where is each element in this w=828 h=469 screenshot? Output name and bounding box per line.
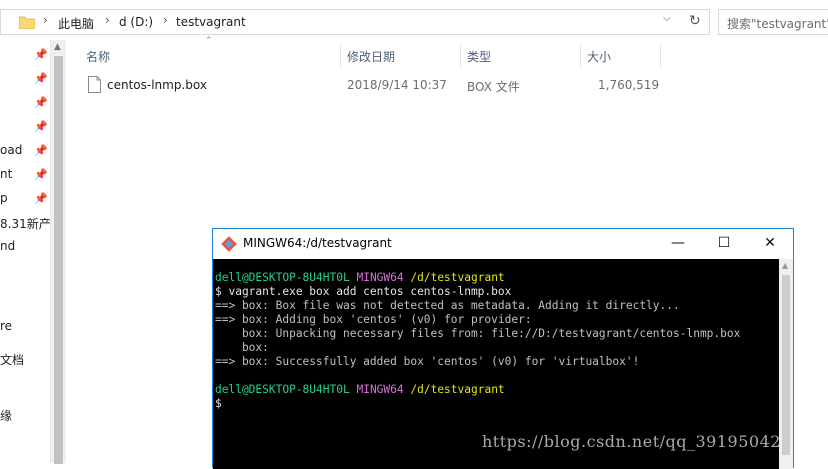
breadcrumb-testvagrant[interactable]: testvagrant [176,15,246,29]
cursor-prompt[interactable]: $ [215,397,222,410]
file-modified: 2018/9/14 10:37 [347,78,447,92]
nav-item[interactable]: nt [0,167,12,181]
file-size: 1,760,519 [598,78,660,92]
column-divider[interactable] [340,44,341,68]
sort-ascending-icon: ⌃ [205,36,213,46]
breadcrumb-this-pc[interactable]: 此电脑 [58,15,94,32]
column-divider[interactable] [660,44,661,68]
chevron-right-icon[interactable]: › [163,13,168,27]
terminal-scrollbar[interactable]: ▲ [779,259,793,469]
column-header-modified[interactable]: 修改日期 [347,48,395,72]
nav-item[interactable]: oad [0,143,22,157]
search-box[interactable]: 搜索"testvagrant" [718,9,828,35]
output-line: ==> box: Adding box 'centos' (v0) for pr… [215,313,532,326]
pin-icon: 📌 [34,48,48,61]
file-row[interactable]: centos-lnmp.box 2018/9/14 10:37 BOX 文件 1… [82,74,662,96]
output-line: box: Unpacking necessary files from: fil… [215,327,741,340]
terminal-title: MINGW64:/d/testvagrant [243,236,392,250]
file-name: centos-lnmp.box [107,78,207,92]
nav-scrollbar[interactable]: ▲ [50,40,66,464]
file-type: BOX 文件 [467,80,520,94]
git-bash-icon [221,236,237,252]
prompt-env: MINGW64 [356,383,404,396]
prompt-path: /d/testvagrant [410,271,505,284]
pin-icon: 📌 [34,96,48,109]
pin-icon: 📌 [34,168,48,181]
column-divider[interactable] [460,44,461,68]
address-bar[interactable]: › 此电脑 › d (D:) › testvagrant ⌵ ↻ [0,9,710,35]
output-line: ==> box: Successfully added box 'centos'… [215,355,640,368]
watermark: https://blog.csdn.net/qq_39195042 [482,432,781,451]
scroll-up-icon[interactable]: ▲ [54,42,61,52]
search-placeholder: 搜索"testvagrant" [727,17,828,31]
prompt-path: /d/testvagrant [410,383,505,396]
column-header-type[interactable]: 类型 [467,48,491,72]
breadcrumb-drive-d[interactable]: d (D:) [119,15,153,29]
close-button[interactable]: ✕ [747,229,793,259]
navigation-pane: 📌 📌 📌 📌 oad 📌 nt 📌 p 📌 8.31新产 nd re 文档 缘… [0,40,66,464]
prompt-user: dell@DESKTOP-8U4HT0L [215,383,350,396]
pin-icon: 📌 [34,120,48,133]
minimize-button[interactable]: — [655,229,701,259]
output-line: ==> box: Box file was not detected as me… [215,299,680,312]
scrollbar-thumb[interactable] [54,56,63,464]
folder-icon [19,16,35,29]
nav-item[interactable]: p [0,191,8,205]
refresh-icon[interactable]: ↻ [689,13,701,29]
pin-icon: 📌 [34,144,48,157]
maximize-button[interactable]: ☐ [701,229,747,259]
column-header-name[interactable]: 名称 [86,48,110,72]
column-header-size[interactable]: 大小 [587,48,611,72]
prompt-env: MINGW64 [356,271,404,284]
scrollbar-thumb[interactable] [782,275,790,455]
nav-item[interactable]: 缘 [0,407,12,424]
nav-item[interactable]: nd [0,239,15,253]
pin-icon: 📌 [34,192,48,205]
pin-icon: 📌 [34,72,48,85]
terminal-text: dell@DESKTOP-8U4HT0L MINGW64 /d/testvagr… [215,271,740,411]
chevron-right-icon[interactable]: › [105,13,110,27]
column-divider[interactable] [580,44,581,68]
prompt-user: dell@DESKTOP-8U4HT0L [215,271,350,284]
command-line: $ vagrant.exe box add centos centos-lnmp… [215,285,512,298]
terminal-titlebar[interactable]: MINGW64:/d/testvagrant — ☐ ✕ [213,229,793,259]
nav-item[interactable]: 文档 [0,351,24,368]
nav-item[interactable]: 8.31新产 [0,215,51,232]
chevron-right-icon: › [43,13,48,27]
file-icon [88,76,101,93]
scroll-up-icon[interactable]: ▲ [782,261,788,270]
chevron-down-icon[interactable]: ⌵ [663,13,671,24]
output-line: box: [215,341,269,354]
nav-item[interactable]: re [0,319,12,333]
